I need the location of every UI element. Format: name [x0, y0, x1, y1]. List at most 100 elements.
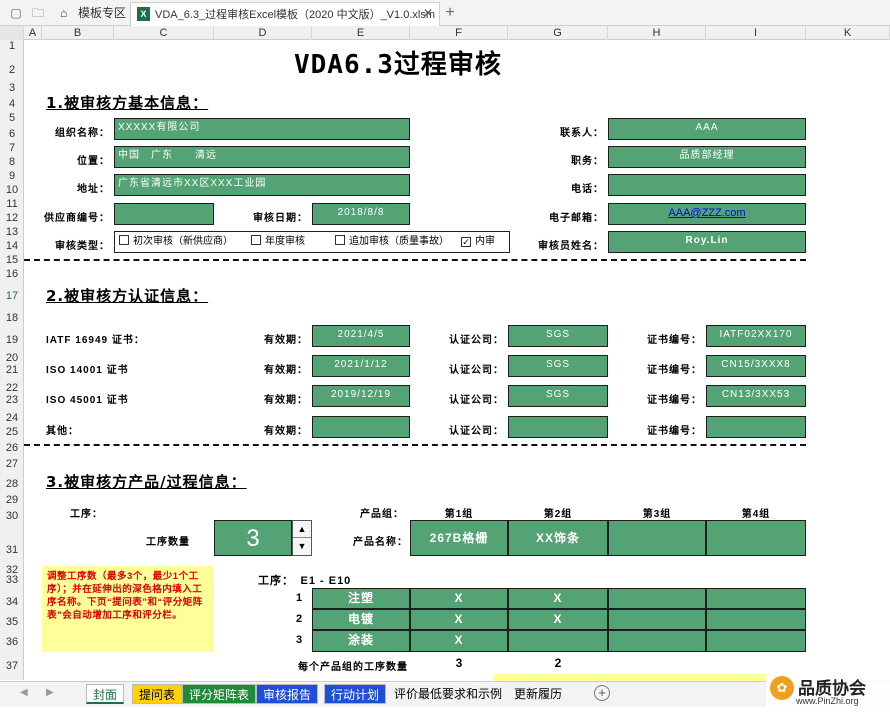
cert-company-cell[interactable] — [508, 416, 608, 438]
row-number[interactable]: 13 — [0, 226, 24, 238]
row-number[interactable]: 17 — [0, 290, 24, 302]
row-number[interactable]: 36 — [0, 636, 24, 648]
row-number[interactable]: 29 — [0, 494, 24, 506]
row-number[interactable]: 37 — [0, 660, 24, 672]
sheet-tab-cover[interactable]: 封面 — [86, 684, 125, 704]
row-number[interactable]: 24 — [0, 412, 24, 424]
col-a[interactable]: A — [24, 26, 42, 40]
row-number[interactable]: 14 — [0, 240, 24, 252]
col-f[interactable]: F — [410, 26, 508, 40]
process-mark-cell[interactable] — [706, 588, 806, 609]
row-number[interactable]: 2 — [0, 64, 24, 76]
new-tab-button[interactable]: + — [442, 5, 458, 21]
checkbox-icon[interactable] — [251, 235, 261, 245]
phone-cell[interactable] — [608, 174, 806, 196]
sheet-tab-questions[interactable]: 提问表 — [132, 684, 183, 704]
row-number[interactable]: 35 — [0, 616, 24, 628]
cert-no-cell[interactable] — [706, 416, 806, 438]
cert-valid-cell[interactable]: 2021/4/5 — [312, 325, 410, 347]
email-cell[interactable]: AAA@ZZZ.com — [608, 203, 806, 225]
row-number[interactable]: 26 — [0, 442, 24, 454]
process-name-cell[interactable]: 涂装 — [312, 630, 410, 652]
auditor-cell[interactable]: Roy.Lin — [608, 231, 806, 253]
row-number[interactable]: 6 — [0, 128, 24, 140]
cert-no-cell[interactable]: IATF02XX170 — [706, 325, 806, 347]
product-name-cell[interactable] — [706, 520, 806, 556]
cert-company-cell[interactable]: SGS — [508, 325, 608, 347]
row-number[interactable]: 18 — [0, 312, 24, 324]
process-mark-cell[interactable]: X — [508, 609, 608, 630]
row-number[interactable]: 20 — [0, 352, 24, 364]
checkbox-icon[interactable] — [335, 235, 345, 245]
process-mark-cell[interactable] — [706, 609, 806, 630]
sheet-tab-action-plan[interactable]: 行动计划 — [324, 684, 387, 704]
col-g[interactable]: G — [508, 26, 608, 40]
cert-valid-cell[interactable] — [312, 416, 410, 438]
col-b[interactable]: B — [42, 26, 114, 40]
cert-no-cell[interactable]: CN15/3XXX8 — [706, 355, 806, 377]
row-number[interactable]: 33 — [0, 574, 24, 586]
row-number[interactable]: 23 — [0, 394, 24, 406]
cert-no-cell[interactable]: CN13/3XX53 — [706, 385, 806, 407]
audit-type-option[interactable]: 初次审核（新供应商） — [119, 232, 233, 252]
duty-cell[interactable]: 品质部经理 — [608, 146, 806, 168]
add-sheet-icon[interactable]: + — [594, 685, 610, 701]
process-name-cell[interactable]: 电镀 — [312, 609, 410, 630]
close-icon[interactable]: ✕ — [420, 5, 436, 21]
row-number[interactable]: 8 — [0, 156, 24, 168]
row-number[interactable]: 5 — [0, 112, 24, 124]
row-number[interactable]: 19 — [0, 334, 24, 346]
sheet-tab-history[interactable]: 更新履历 — [508, 684, 569, 704]
row-number[interactable]: 30 — [0, 510, 24, 522]
process-count-cell[interactable]: 3 — [214, 520, 292, 556]
row-number[interactable]: 28 — [0, 478, 24, 490]
col-k[interactable]: K — [806, 26, 890, 40]
row-number[interactable]: 1 — [0, 40, 24, 52]
audit-type-option[interactable]: 追加审核（质量事故） — [335, 232, 449, 252]
row-number[interactable]: 4 — [0, 98, 24, 110]
row-number[interactable]: 31 — [0, 544, 24, 556]
process-mark-cell[interactable]: X — [410, 630, 508, 652]
spinner-up-icon[interactable]: ▲ — [293, 521, 311, 538]
scroll-left-icon[interactable]: ◀ — [20, 687, 28, 698]
spinner-down-icon[interactable]: ▼ — [293, 538, 311, 555]
process-mark-cell[interactable]: X — [410, 588, 508, 609]
cert-valid-cell[interactable]: 2021/1/12 — [312, 355, 410, 377]
sheet-tab-criteria[interactable]: 评价最低要求和示例 — [388, 684, 509, 704]
col-e[interactable]: E — [312, 26, 410, 40]
checkbox-icon[interactable]: ✓ — [461, 237, 471, 247]
row-number[interactable]: 25 — [0, 426, 24, 438]
row-number[interactable]: 15 — [0, 254, 24, 266]
row-number[interactable]: 27 — [0, 458, 24, 470]
row-number[interactable]: 3 — [0, 82, 24, 94]
process-mark-cell[interactable] — [706, 630, 806, 652]
supplier-no-cell[interactable] — [114, 203, 214, 225]
row-number[interactable]: 7 — [0, 142, 24, 154]
address-cell[interactable]: 广东省清远市XX区XXX工业园 — [114, 174, 410, 196]
process-mark-cell[interactable] — [608, 588, 706, 609]
product-name-cell[interactable]: 267B格栅 — [410, 520, 508, 556]
product-name-cell[interactable] — [608, 520, 706, 556]
process-count-spinner[interactable]: ▲ ▼ — [292, 520, 312, 556]
row-number[interactable]: 11 — [0, 198, 24, 210]
row-number[interactable]: 9 — [0, 170, 24, 182]
row-number[interactable]: 10 — [0, 184, 24, 196]
scroll-right-icon[interactable]: ▶ — [46, 687, 54, 698]
row-number[interactable]: 12 — [0, 212, 24, 224]
tab-home[interactable]: ⌂ 模板专区 — [54, 2, 128, 26]
process-mark-cell[interactable] — [508, 630, 608, 652]
location-cell[interactable]: 中国 广东 清远 — [114, 146, 410, 168]
process-mark-cell[interactable]: X — [410, 609, 508, 630]
cert-company-cell[interactable]: SGS — [508, 385, 608, 407]
col-c[interactable]: C — [114, 26, 214, 40]
audit-date-cell[interactable]: 2018/8/8 — [312, 203, 410, 225]
row-number[interactable]: 22 — [0, 382, 24, 394]
row-number[interactable]: 34 — [0, 596, 24, 608]
row-number[interactable]: 21 — [0, 364, 24, 376]
checkbox-icon[interactable] — [119, 235, 129, 245]
col-h[interactable]: H — [608, 26, 706, 40]
process-mark-cell[interactable] — [608, 609, 706, 630]
process-mark-cell[interactable] — [608, 630, 706, 652]
window-icon[interactable]: ▢ — [8, 5, 24, 21]
cert-company-cell[interactable]: SGS — [508, 355, 608, 377]
